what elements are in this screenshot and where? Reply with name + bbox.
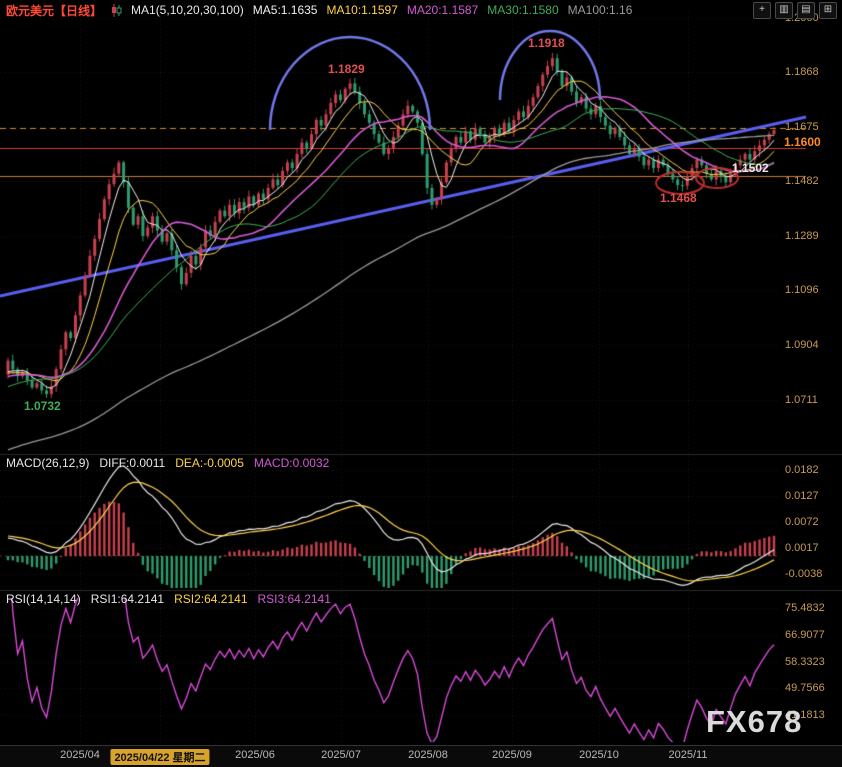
macd-title: MACD(26,12,9)	[6, 456, 89, 470]
rsi-axis-label: 58.3323	[785, 656, 825, 668]
price-axis-label: 1.0711	[785, 394, 818, 406]
ma-settings-label[interactable]: MA1(5,10,20,30,100)	[131, 3, 244, 17]
watermark: FX678	[706, 704, 802, 740]
ma10-value: MA10:1.1597	[326, 3, 397, 17]
ma20-value: MA20:1.1587	[407, 3, 478, 17]
grid-chart-icon[interactable]: ▥	[775, 2, 793, 19]
time-axis-label: 2025/08	[408, 749, 448, 761]
rsi-header: RSI(14,14,14) RSI1:64.2141 RSI2:64.2141 …	[6, 592, 331, 606]
rsi-axis-label: 66.9077	[785, 629, 825, 641]
time-axis-label: 2025/10	[579, 749, 619, 761]
macd-header: MACD(26,12,9) DIFF:0.0011 DEA:-0.0005 MA…	[6, 456, 329, 470]
time-axis-label: 2025/04	[60, 749, 100, 761]
rsi-axis-label: 75.4832	[785, 602, 825, 614]
chart-toolbar: + ▥ ▤ ⊞	[753, 2, 837, 19]
price-axis-label: 1.1096	[785, 284, 819, 296]
price-axis-label: 1.0904	[785, 339, 819, 351]
crosshair-icon[interactable]: +	[753, 2, 771, 19]
current-price-tag: 1.1600	[784, 135, 821, 149]
rsi-title: RSI(14,14,14)	[6, 592, 81, 606]
rsi3-value: RSI3:64.2141	[258, 592, 331, 606]
ma100-value: MA100:1.16	[568, 3, 633, 17]
chart-header: 欧元美元【日线】 MA1(5,10,20,30,100) MA5:1.1635 …	[0, 0, 632, 20]
bar-chart-icon[interactable]: ▤	[797, 2, 815, 19]
time-axis[interactable]: 2025/04 2025/04/22 星期二 2025/06 2025/07 2…	[0, 745, 842, 767]
macd-axis-label: 0.0072	[785, 516, 819, 528]
time-axis-label: 2025/07	[321, 749, 361, 761]
peak-price-label-1: 1.1829	[328, 62, 365, 76]
macd-axis-label: 0.0127	[785, 490, 819, 502]
macd-diff-value: DIFF:0.0011	[99, 456, 165, 470]
rsi1-value: RSI1:64.2141	[91, 592, 164, 606]
ma5-value: MA5:1.1635	[253, 3, 318, 17]
price-axis-label: 1.1868	[785, 66, 819, 78]
rsi2-value: RSI2:64.2141	[174, 592, 247, 606]
macd-dea-value: DEA:-0.0005	[175, 456, 244, 470]
time-axis-label: 2025/09	[492, 749, 532, 761]
selected-date-label: 2025/04/22 星期二	[110, 749, 209, 765]
bottom-price-label: 1.1468	[660, 191, 697, 205]
macd-axis-label: -0.0038	[785, 568, 822, 580]
macd-axis-label: 0.0017	[785, 542, 819, 554]
expand-icon[interactable]: ⊞	[819, 2, 837, 19]
price-axis-label: 1.1289	[785, 230, 819, 242]
price-axis-label: 1.1675	[785, 121, 819, 133]
peak-price-label-2: 1.1918	[528, 36, 565, 50]
ma30-value: MA30:1.1580	[487, 3, 558, 17]
macd-axis-label: 0.0182	[785, 464, 819, 476]
macd-hist-value: MACD:0.0032	[254, 456, 329, 470]
time-axis-label: 2025/11	[669, 749, 708, 761]
support-price-label: 1.1502	[732, 161, 769, 175]
candlestick-icon	[111, 4, 122, 17]
instrument-title[interactable]: 欧元美元【日线】	[6, 2, 102, 19]
low-price-label: 1.0732	[24, 399, 61, 413]
chart-canvas[interactable]	[0, 0, 842, 766]
time-axis-label: 2025/06	[235, 749, 275, 761]
price-axis-label: 1.1482	[785, 175, 819, 187]
rsi-axis-label: 49.7566	[785, 682, 825, 694]
